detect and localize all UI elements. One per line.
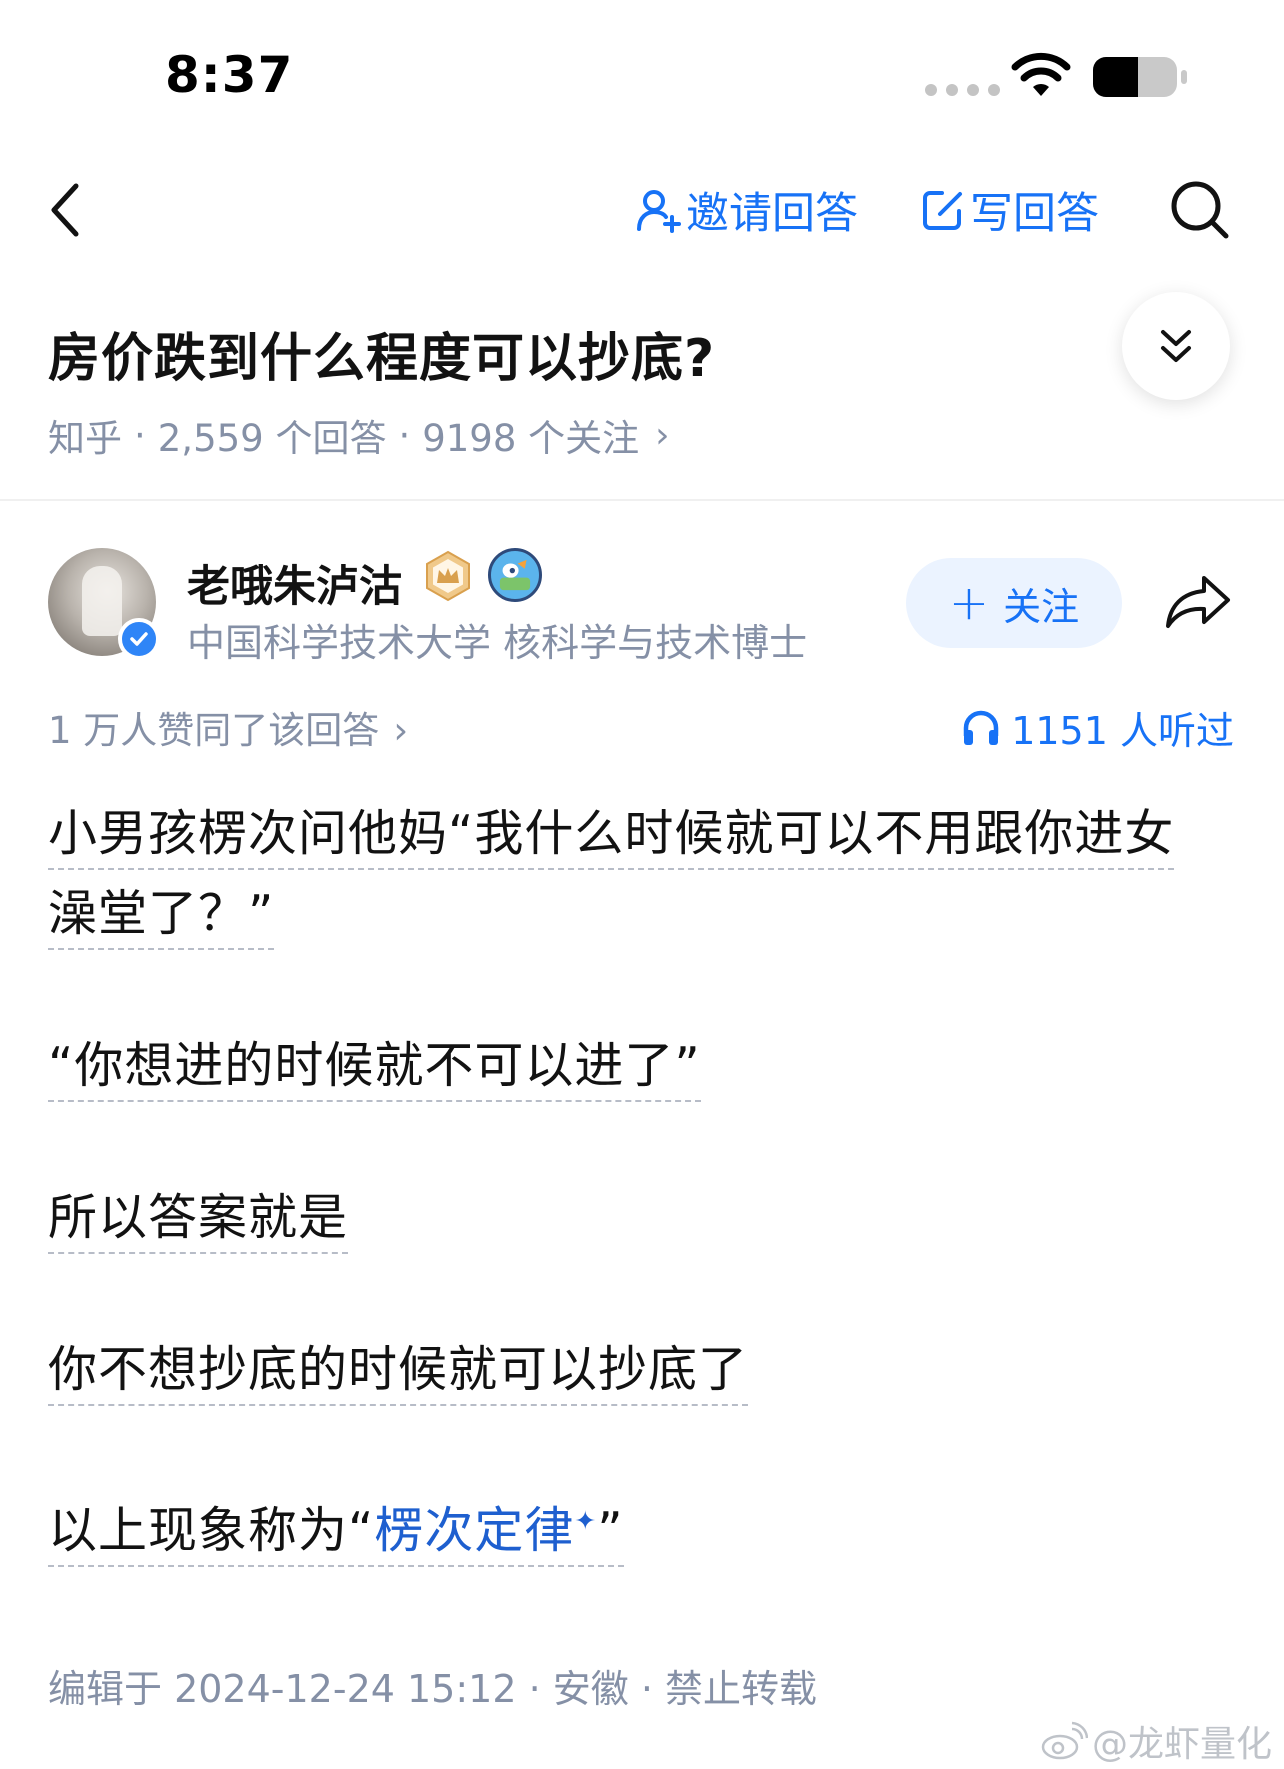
answer-text-line: 以上现象称为“楞次定律✦” (48, 1502, 624, 1568)
answer-text-prefix: 以上现象称为“ (48, 1502, 375, 1560)
write-answer-button[interactable]: 写回答 (920, 182, 1099, 239)
answer-text-line: 所以答案就是 (48, 1189, 349, 1254)
collapse-button[interactable] (1122, 292, 1230, 400)
answer-paragraph: 以上现象称为“楞次定律✦” (48, 1482, 624, 1571)
question-title[interactable]: 房价跌到什么程度可以抄底? (48, 316, 715, 391)
chevron-right-icon: › (393, 709, 409, 752)
plus-icon: + (948, 575, 990, 631)
answer-text-line: 你不想抄底的时候就可以抄底了 (48, 1341, 749, 1406)
divider (0, 499, 1284, 501)
answer-text-line: 澡堂了？” (48, 885, 275, 950)
chevron-right-icon: › (655, 414, 670, 456)
headphones-icon (963, 710, 999, 745)
double-chevron-down-icon (1161, 330, 1191, 362)
follow-label: 关注 (1003, 584, 1080, 629)
answer-paragraph: 所以答案就是 (48, 1178, 349, 1258)
question-meta[interactable]: 知乎 · 2,559 个回答 · 9198 个关注 › (48, 408, 670, 462)
upvote-label: 1 万人赞同了该回答 (48, 709, 380, 752)
edit-icon (923, 191, 962, 230)
invite-user-icon (637, 190, 681, 233)
cellular-signal-icon (925, 84, 1000, 96)
wifi-icon (1011, 52, 1071, 96)
share-icon[interactable] (1164, 572, 1234, 632)
answer-text-line: “你想进的时候就不可以进了” (48, 1037, 701, 1102)
battery-icon (1093, 57, 1187, 97)
watermark: @龙虾量化 (1040, 1715, 1272, 1767)
invite-answer-button[interactable]: 邀请回答 (636, 182, 858, 239)
question-source: 知乎 (48, 417, 122, 460)
weibo-logo-icon (1041, 1721, 1088, 1760)
answer-paragraph: “你想进的时候就不可以进了” (48, 1026, 701, 1106)
upvote-count[interactable]: 1 万人赞同了该回答 › (48, 700, 408, 754)
follow-button[interactable]: + 关注 (906, 558, 1122, 648)
meta-separator: · (134, 413, 146, 457)
answer-paragraph: 小男孩楞次问他妈“我什么时候就可以不用跟你进女 澡堂了？” (48, 794, 1175, 954)
status-bar: 8:37 (0, 0, 1284, 150)
author-name[interactable]: 老哦朱泸沽 (187, 552, 402, 614)
follower-count: 9198 个关注 (422, 417, 640, 460)
answer-text-line: 小男孩楞次问他妈“我什么时候就可以不用跟你进女 (48, 805, 1175, 870)
status-time: 8:37 (165, 46, 294, 104)
author-description: 中国科学技术大学 核科学与技术博士 (187, 621, 808, 665)
back-arrow-icon[interactable] (40, 180, 90, 240)
nav-bar: 邀请回答 写回答 (0, 160, 1284, 260)
lenz-law-link[interactable]: 楞次定律✦ (374, 1502, 597, 1559)
watermark-text: @龙虾量化 (1091, 1724, 1272, 1765)
avatar[interactable] (48, 548, 160, 660)
answer-paragraph: 你不想抄底的时候就可以抄底了 (48, 1330, 749, 1410)
lenz-law-label: 楞次定律 (374, 1502, 575, 1560)
edit-info: 编辑于 2024-12-24 15:12 · 安徽 · 禁止转载 (48, 1667, 817, 1711)
answer-count: 2,559 个回答 (157, 417, 387, 460)
write-answer-label: 写回答 (970, 189, 1099, 239)
answer-text-suffix: ” (597, 1502, 624, 1560)
avatar-figure (82, 566, 122, 636)
verified-icon (118, 618, 160, 660)
listen-count[interactable]: 1151 人听过 (961, 700, 1234, 755)
sparkle-icon: ✦ (574, 1507, 598, 1537)
listen-label: 1151 人听过 (1011, 709, 1234, 753)
search-icon[interactable] (1168, 178, 1232, 242)
crown-badge-icon (426, 550, 470, 602)
invite-answer-label: 邀请回答 (686, 189, 858, 239)
meta-separator: · (398, 413, 411, 457)
mascot-badge-icon (488, 548, 542, 602)
